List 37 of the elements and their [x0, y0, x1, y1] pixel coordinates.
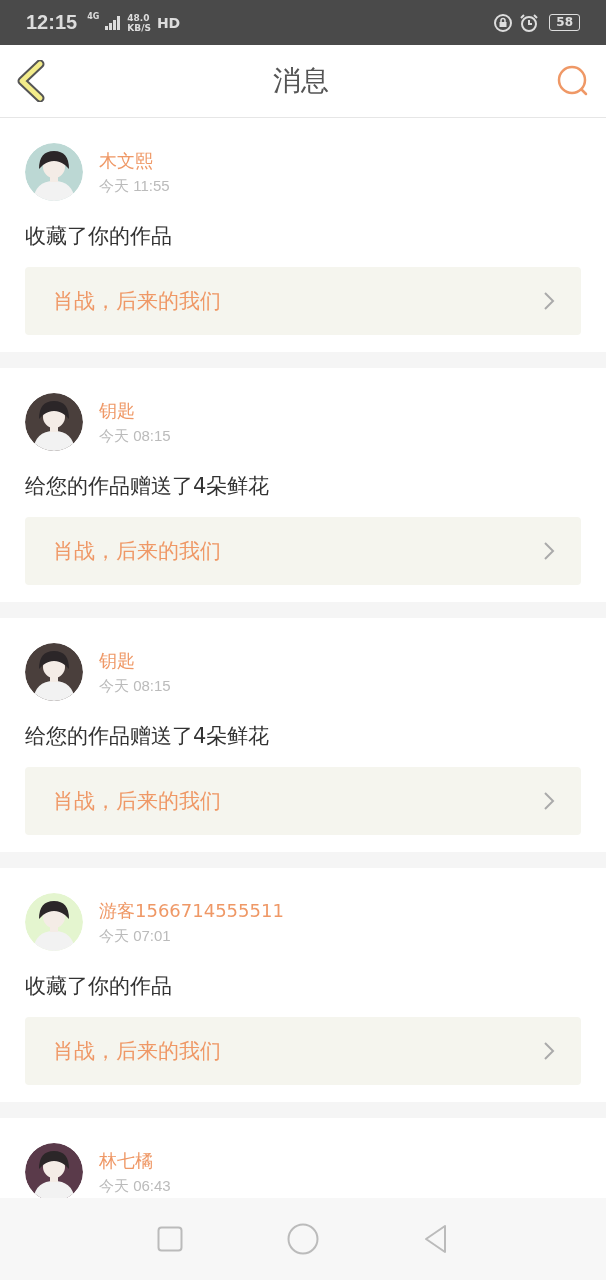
user-name[interactable]: 钥匙 — [99, 398, 171, 423]
user-name[interactable]: 林七橘 — [99, 1148, 171, 1173]
chevron-icon — [543, 541, 555, 561]
message-time: 今天 08:15 — [99, 676, 171, 696]
message-time: 今天 08:15 — [99, 426, 171, 446]
user-name[interactable]: 游客1566714555511 — [99, 898, 284, 923]
work-link[interactable]: 肖战，后来的我们 — [25, 767, 581, 835]
hd-label: HD — [156, 14, 181, 31]
message-text: 给您的作品赠送了4朵鲜花 — [25, 723, 271, 750]
speed-unit: KB/S — [127, 22, 151, 33]
work-link[interactable]: 肖战，后来的我们 — [25, 517, 581, 585]
user-name[interactable]: 木文熙 — [99, 148, 170, 173]
search-icon[interactable] — [556, 65, 590, 97]
network-type: 4G — [87, 12, 100, 21]
work-link[interactable]: 肖战，后来的我们 — [25, 1017, 581, 1085]
message-time: 今天 06:43 — [99, 1176, 171, 1196]
recent-apps-icon[interactable] — [157, 1226, 183, 1252]
message-time: 今天 07:01 — [99, 926, 172, 946]
user-name[interactable]: 钥匙 — [99, 648, 171, 673]
rotation-lock-icon — [493, 12, 514, 33]
speed-value: 48.0 — [127, 12, 151, 23]
message-text: 收藏了你的作品 — [25, 223, 173, 250]
chevron-icon — [543, 1041, 555, 1061]
back-nav-icon[interactable] — [423, 1224, 449, 1254]
back-icon[interactable] — [16, 60, 46, 102]
clock-time: 12:15 — [26, 11, 78, 34]
home-icon[interactable] — [287, 1223, 319, 1255]
page-title: 消息 — [273, 63, 329, 99]
chevron-icon — [543, 791, 555, 811]
work-link[interactable]: 肖战，后来的我们 — [25, 267, 581, 335]
message-text: 给您的作品赠送了4朵鲜花 — [25, 473, 271, 500]
alarm-icon — [519, 12, 540, 33]
signal-icon — [105, 15, 122, 30]
chevron-icon — [543, 291, 555, 311]
message-text: 收藏了你的作品 — [25, 973, 173, 1000]
message-time: 今天 11:55 — [99, 176, 170, 196]
battery-indicator: 58 — [549, 14, 580, 31]
